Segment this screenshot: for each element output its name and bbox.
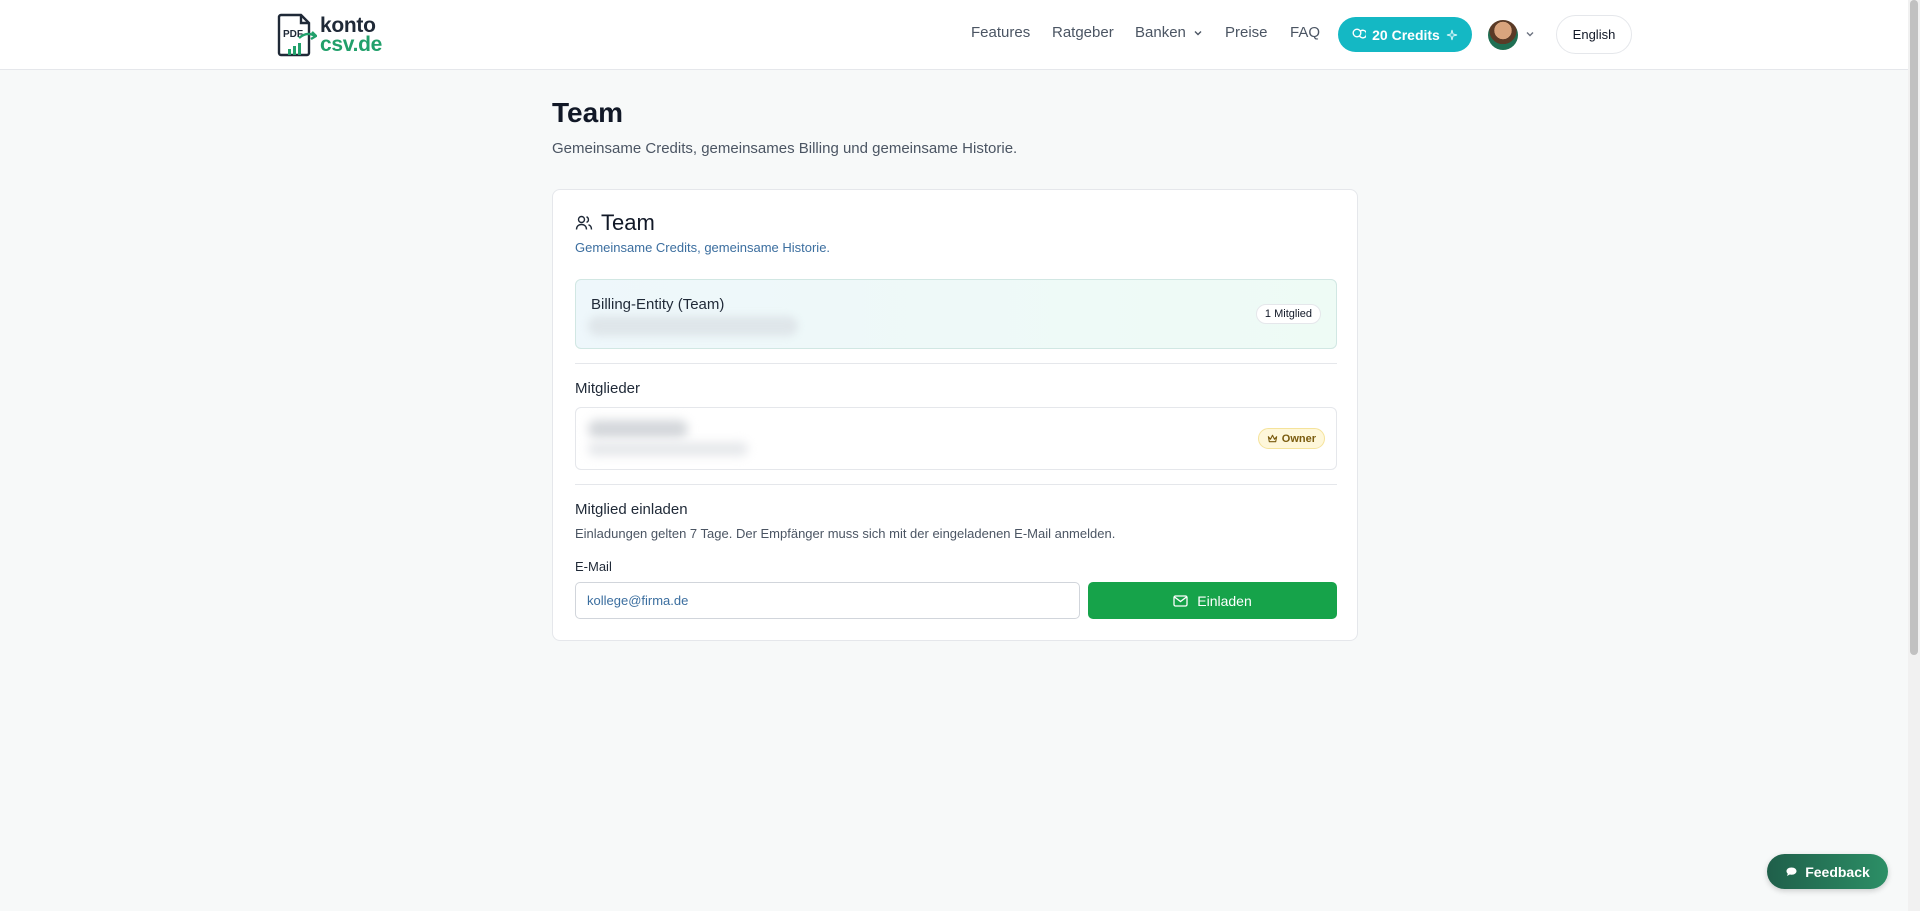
- nav-item-banken-label: Banken: [1135, 24, 1186, 41]
- nav-item-features[interactable]: Features: [971, 24, 1030, 41]
- card-subtitle: Gemeinsame Credits, gemeinsame Historie.: [575, 240, 831, 255]
- language-switch-button[interactable]: English: [1556, 15, 1632, 54]
- owner-role-badge: Owner: [1257, 428, 1325, 449]
- section-divider: [575, 484, 1337, 485]
- redacted-member-email: [588, 442, 748, 456]
- logo[interactable]: PDF konto csv.de: [277, 10, 397, 60]
- credits-label: 20 Credits: [1372, 26, 1440, 43]
- member-list-item: Owner: [575, 407, 1337, 470]
- redacted-member-name: [588, 420, 688, 438]
- credits-button[interactable]: 20 Credits: [1338, 17, 1472, 52]
- member-count-badge: 1 Mitglied: [1255, 304, 1321, 324]
- chevron-down-icon: [1194, 31, 1202, 36]
- invite-email-input[interactable]: [575, 582, 1080, 619]
- page-subtitle: Gemeinsame Credits, gemeinsames Billing …: [552, 140, 1018, 157]
- users-icon: [575, 215, 593, 230]
- team-card: Team Gemeinsame Credits, gemeinsame Hist…: [552, 189, 1358, 641]
- invite-button[interactable]: Einladen: [1088, 582, 1337, 619]
- owner-badge-label: Owner: [1281, 432, 1316, 445]
- nav-item-banken[interactable]: Banken: [1135, 24, 1203, 41]
- page-scrollbar[interactable]: [1908, 0, 1920, 911]
- invite-description: Einladungen gelten 7 Tage. Der Empfänger…: [575, 526, 1116, 541]
- invite-heading: Mitglied einladen: [575, 501, 688, 518]
- feedback-label: Feedback: [1805, 863, 1870, 880]
- logo-text-csv: csv.de: [320, 33, 383, 56]
- user-avatar[interactable]: [1488, 20, 1518, 50]
- billing-entity-panel: Billing-Entity (Team) 1 Mitglied: [575, 279, 1337, 349]
- mail-icon: [1173, 594, 1188, 607]
- invite-button-label: Einladen: [1197, 592, 1252, 609]
- scrollbar-thumb[interactable]: [1910, 0, 1918, 655]
- members-heading: Mitglieder: [575, 380, 641, 397]
- top-navigation-bar: PDF konto csv.de Features Ratgeber Banke…: [0, 0, 1908, 70]
- pdf-to-csv-logo-icon: PDF: [277, 11, 318, 59]
- coins-icon: [1352, 28, 1367, 38]
- card-title: Team: [601, 210, 655, 235]
- chevron-down-icon[interactable]: [1524, 28, 1536, 40]
- sparkle-icon: [1446, 29, 1457, 40]
- email-field-label: E-Mail: [575, 559, 612, 574]
- billing-entity-label: Billing-Entity (Team): [591, 296, 725, 313]
- feedback-button[interactable]: Feedback: [1767, 854, 1888, 889]
- section-divider: [575, 363, 1337, 364]
- chat-bubble-icon: [1786, 867, 1797, 876]
- nav-item-ratgeber[interactable]: Ratgeber: [1052, 24, 1114, 41]
- redacted-billing-detail: [588, 316, 798, 336]
- nav-item-preise[interactable]: Preise: [1225, 24, 1268, 41]
- page-title: Team: [552, 97, 624, 128]
- crown-icon: [1267, 434, 1277, 443]
- nav-item-faq[interactable]: FAQ: [1290, 24, 1320, 41]
